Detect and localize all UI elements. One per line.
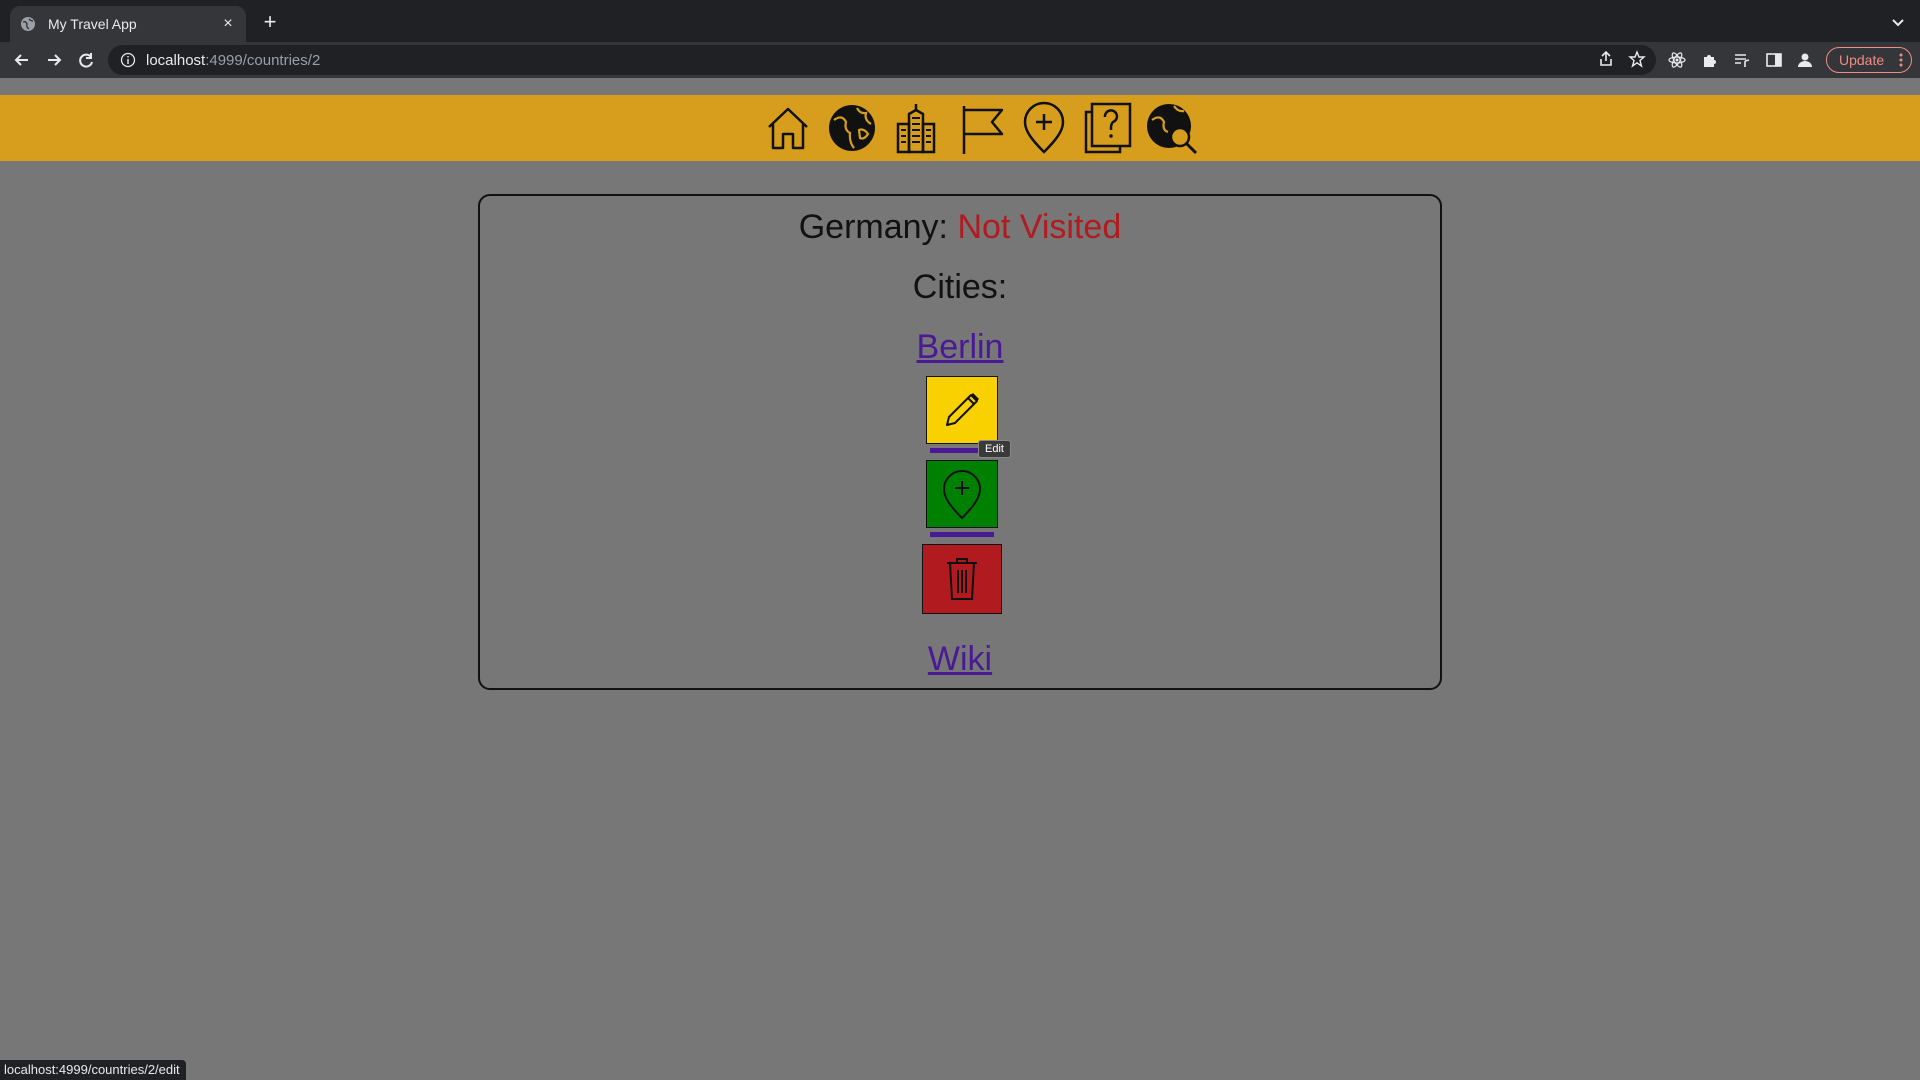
profile-avatar-icon[interactable]: [1796, 51, 1814, 69]
app-nav-bar: [0, 95, 1920, 161]
add-location-icon: [942, 470, 982, 520]
delete-button[interactable]: [922, 544, 1002, 614]
edit-tooltip: Edit: [978, 440, 1011, 458]
reload-icon[interactable]: [76, 50, 96, 70]
bookmark-star-icon[interactable]: [1628, 50, 1646, 68]
url-host: localhost: [146, 51, 206, 69]
edit-button[interactable]: [926, 376, 998, 444]
close-tab-icon[interactable]: ×: [220, 15, 236, 32]
update-button[interactable]: Update: [1826, 47, 1912, 73]
media-queue-icon[interactable]: [1733, 51, 1751, 69]
extensions-puzzle-icon[interactable]: [1701, 51, 1719, 69]
side-panel-icon[interactable]: [1765, 51, 1783, 69]
home-icon[interactable]: [760, 100, 816, 156]
country-name: Germany:: [798, 208, 948, 246]
globe-icon: [21, 17, 35, 31]
address-bar[interactable]: localhost:4999/countries/2: [108, 45, 1656, 75]
add-trip-button[interactable]: [926, 460, 998, 528]
browser-toolbar: localhost:4999/countries/2 Update: [0, 42, 1920, 78]
forward-arrow-icon[interactable]: [44, 50, 64, 70]
share-icon[interactable]: [1597, 50, 1615, 68]
globe-icon[interactable]: [824, 100, 880, 156]
pencil-icon: [946, 393, 979, 426]
react-devtools-icon[interactable]: [1668, 51, 1686, 69]
info-icon[interactable]: [120, 52, 136, 68]
wiki-link[interactable]: Wiki: [480, 640, 1440, 679]
browser-status-url: localhost:4999/countries/2/edit: [0, 1060, 186, 1080]
new-tab-icon[interactable]: +: [260, 11, 280, 33]
cities-heading: Cities:: [912, 268, 1008, 306]
update-label: Update: [1839, 52, 1885, 68]
quiz-cards-icon[interactable]: [1080, 100, 1136, 156]
visit-status: Not Visited: [957, 208, 1122, 246]
url-path: :4999/countries/2: [205, 51, 321, 69]
add-location-icon[interactable]: [1016, 100, 1072, 156]
city-buildings-icon[interactable]: [888, 100, 944, 156]
flag-icon[interactable]: [954, 100, 1010, 156]
browser-tab-bar: My Travel App × +: [0, 0, 1920, 42]
chevron-down-icon[interactable]: [1890, 14, 1906, 30]
trash-icon: [947, 558, 977, 600]
back-arrow-icon[interactable]: [12, 50, 32, 70]
city-link-berlin[interactable]: Berlin: [480, 328, 1440, 367]
browser-tab[interactable]: My Travel App ×: [10, 6, 246, 42]
address-url: localhost:4999/countries/2: [146, 52, 320, 69]
country-heading: Germany: Not Visited: [480, 208, 1440, 247]
globe-search-icon[interactable]: [1144, 100, 1200, 156]
add-trip-link-underline: [930, 532, 994, 537]
tab-title: My Travel App: [48, 16, 137, 32]
country-card: Germany: Not Visited Cities: Berlin Edit…: [478, 194, 1442, 690]
more-vertical-icon[interactable]: [1899, 52, 1903, 68]
